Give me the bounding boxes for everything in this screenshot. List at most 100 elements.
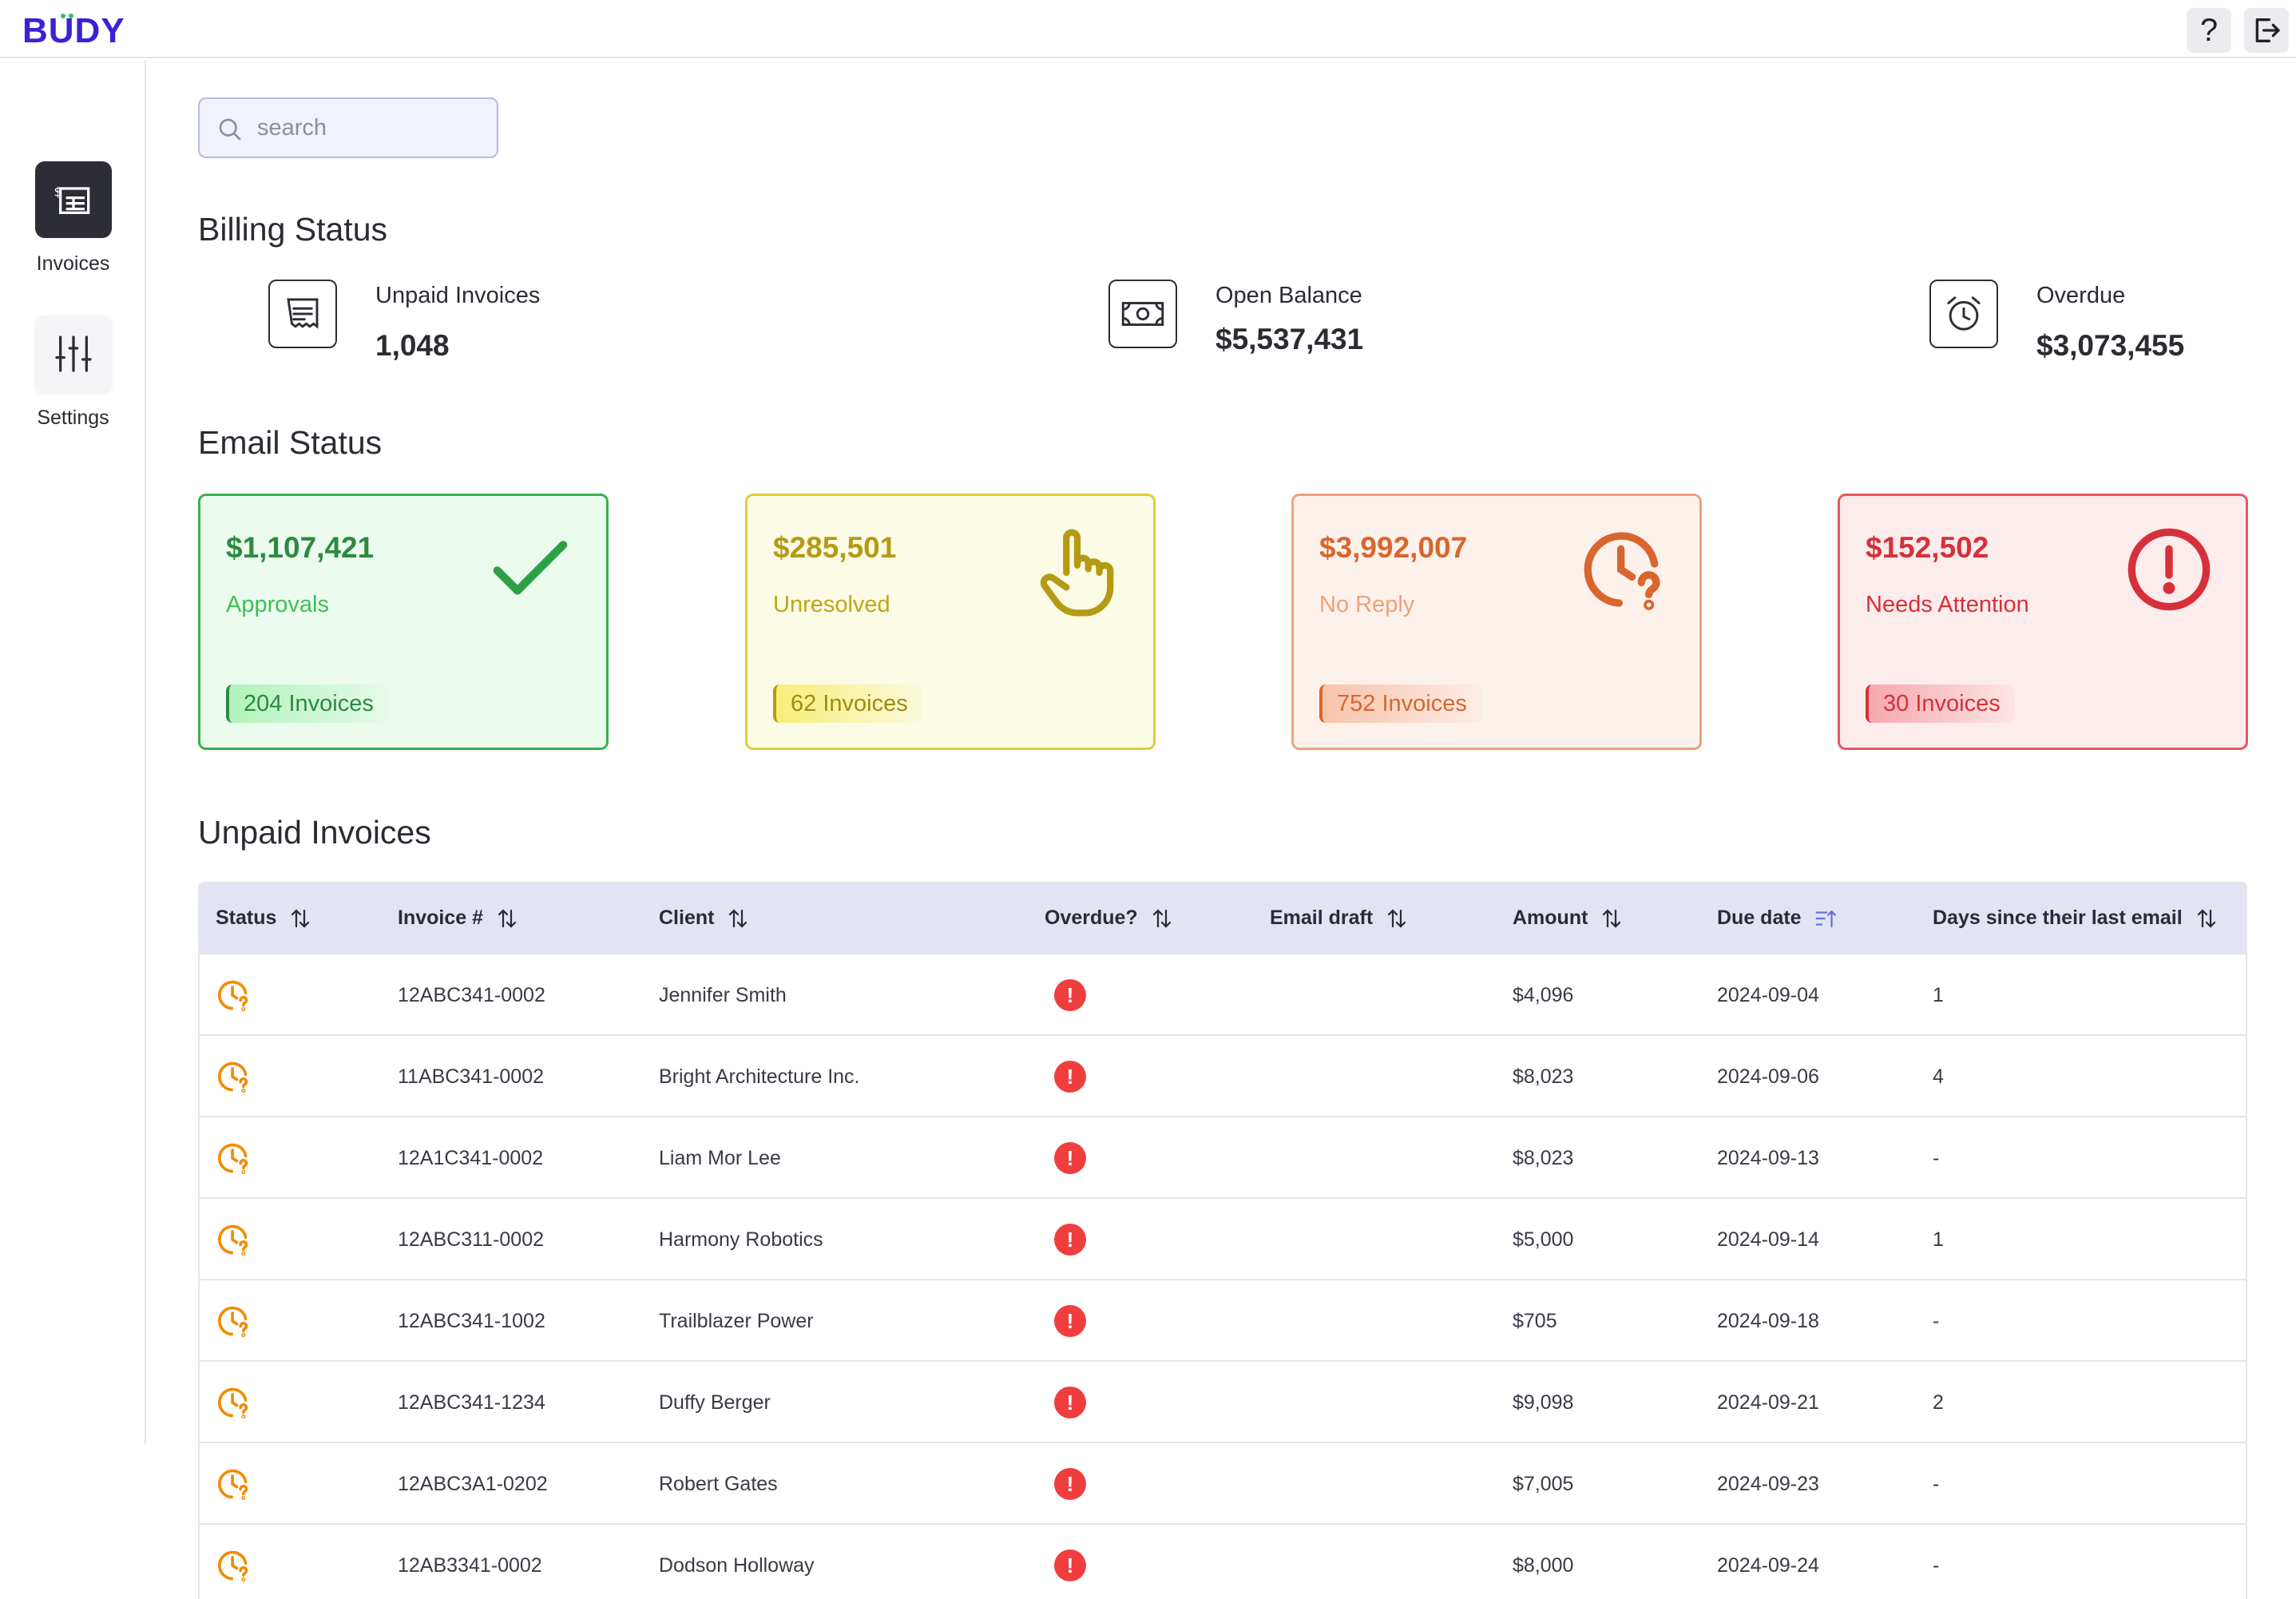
search-input[interactable]: search (198, 97, 498, 158)
sidebar-item-label: Invoices (36, 252, 110, 275)
client-cell: Jennifer Smith (659, 984, 787, 1006)
logout-icon (2255, 18, 2280, 42)
overdue-cell: ! (1045, 1525, 1086, 1599)
amount-cell: $705 (1513, 1310, 1557, 1332)
client-cell: Dodson Holloway (659, 1554, 815, 1577)
client-cell: Harmony Robotics (659, 1228, 823, 1251)
status-cell (216, 1525, 251, 1599)
table-row[interactable]: 12ABC341-0002 Jennifer Smith! $4,096 2024-0… (200, 953, 2246, 1034)
help-icon: ? (2199, 12, 2219, 48)
overdue-cell: ! (1045, 1443, 1086, 1525)
client-cell: Robert Gates (659, 1473, 778, 1495)
sidebar-item-invoices[interactable]: $ Invoices (0, 161, 146, 276)
column-header-label: Amount (1513, 907, 1588, 929)
column-header-status[interactable]: Status (216, 883, 312, 953)
clock-question-icon (218, 1061, 248, 1093)
card-amount: $152,502 (1866, 531, 1989, 564)
column-header-invoice[interactable]: Invoice # (398, 883, 519, 953)
column-header-days-since-email[interactable]: Days since their last email (1933, 883, 2219, 953)
overdue-alert-icon: ! (1054, 1224, 1086, 1256)
overdue-alert-icon: ! (1054, 1549, 1086, 1581)
status-cell (216, 1117, 251, 1199)
logout-button[interactable] (2244, 8, 2289, 53)
clock-question-icon (1584, 532, 1660, 610)
table-header: Status Invoice # Client Overdue? Email d… (200, 883, 2246, 953)
email-card-approvals[interactable]: $1,107,421 Approvals 204 Invoices (198, 494, 609, 750)
billing-value: $5,537,431 (1215, 323, 1364, 355)
invoice-number-cell: 12ABC311-0002 (398, 1228, 545, 1251)
card-label: Unresolved (773, 592, 890, 617)
due-date-cell: 2024-09-21 (1717, 1391, 1819, 1414)
column-header-label: Invoice # (398, 907, 483, 929)
email-card-no-reply[interactable]: $3,992,007 No Reply 752 Invoices (1291, 494, 1702, 750)
column-header-label: Client (659, 907, 715, 929)
pointing-hand-icon (1040, 529, 1114, 617)
status-cell (216, 1443, 251, 1525)
cash-icon (1108, 280, 1177, 348)
billing-value: $3,073,455 (2036, 329, 2185, 362)
card-amount: $285,501 (773, 531, 897, 564)
status-cell (216, 1280, 251, 1362)
invoice-number-cell: 12AB3341-0002 (398, 1554, 542, 1577)
days-since-email-cell: 2 (1933, 1391, 1944, 1414)
column-header-label: Days since their last email (1933, 907, 2183, 929)
table-row[interactable]: 12A1C341-0002 Liam Mor Lee! $8,023 2024-09-… (200, 1116, 2246, 1197)
email-card-unresolved[interactable]: $285,501 Unresolved 62 Invoices (745, 494, 1156, 750)
billing-label: Open Balance (1215, 283, 1362, 308)
app-logo[interactable]: BUDY (22, 11, 125, 51)
alarm-clock-icon (1929, 280, 1998, 348)
billing-value: 1,048 (375, 329, 450, 362)
card-invoice-count: 30 Invoices (1866, 684, 2015, 723)
email-card-needs-attention[interactable]: $152,502 Needs Attention 30 Invoices (1838, 494, 2248, 750)
card-invoice-count: 204 Invoices (226, 684, 388, 723)
sort-ascending-icon (1815, 911, 1836, 928)
sort-icon (729, 909, 747, 928)
overdue-cell: ! (1045, 1362, 1086, 1443)
amount-cell: $9,098 (1513, 1391, 1574, 1414)
due-date-cell: 2024-09-04 (1717, 984, 1819, 1006)
table-row[interactable]: 12AB3341-0002 Dodson Holloway! $8,000 2024-… (200, 1523, 2246, 1599)
column-header-overdue[interactable]: Overdue? (1045, 883, 1174, 953)
billing-label: Overdue (2036, 283, 2126, 308)
invoice-number-cell: 12A1C341-0002 (398, 1147, 544, 1169)
column-header-amount[interactable]: Amount (1513, 883, 1624, 953)
receipt-icon (268, 280, 337, 348)
table-row[interactable]: 11ABC341-0002 Bright Architecture Inc.! $8… (200, 1034, 2246, 1116)
column-header-email-draft[interactable]: Email draft (1270, 883, 1409, 953)
column-header-client[interactable]: Client (659, 883, 750, 953)
column-header-label: Email draft (1270, 907, 1374, 929)
amount-cell: $4,096 (1513, 984, 1574, 1006)
days-since-email-cell: - (1933, 1310, 1940, 1332)
table-row[interactable]: 12ABC3A1-0202 Robert Gates! $7,005 2024-09-… (200, 1442, 2246, 1523)
help-button[interactable]: ? (2187, 8, 2231, 53)
table-row[interactable]: 12ABC341-1234 Duffy Berger! $9,098 2024-09-… (200, 1360, 2246, 1442)
table-row[interactable]: 12ABC341-1002 Trailblazer Power! $705 2024-… (200, 1279, 2246, 1360)
days-since-email-cell: - (1933, 1473, 1940, 1495)
table-row[interactable]: 12ABC311-0002 Harmony Robotics! $5,000 2024… (200, 1197, 2246, 1279)
card-label: Needs Attention (1866, 592, 2029, 617)
column-header-due-date[interactable]: Due date (1717, 883, 1838, 953)
sidebar-item-settings[interactable]: Settings (0, 315, 146, 430)
clock-question-icon (218, 1143, 248, 1174)
overdue-alert-icon: ! (1054, 1061, 1086, 1093)
amount-cell: $5,000 (1513, 1228, 1574, 1251)
amount-cell: $8,000 (1513, 1554, 1574, 1577)
status-cell (216, 954, 251, 1036)
overdue-alert-icon: ! (1054, 1305, 1086, 1337)
card-label: Approvals (226, 592, 329, 617)
overdue-cell: ! (1045, 1036, 1086, 1117)
unpaid-invoices-title: Unpaid Invoices (198, 814, 431, 851)
sort-icon (1603, 909, 1621, 928)
overdue-cell: ! (1045, 1117, 1086, 1199)
due-date-cell: 2024-09-18 (1717, 1310, 1819, 1332)
client-cell: Duffy Berger (659, 1391, 771, 1414)
invoice-icon: $ (54, 184, 89, 214)
days-since-email-cell: 1 (1933, 1228, 1944, 1251)
due-date-cell: 2024-09-24 (1717, 1554, 1819, 1577)
due-date-cell: 2024-09-13 (1717, 1147, 1819, 1169)
alert-circle-icon (2127, 528, 2211, 611)
overdue-cell: ! (1045, 954, 1086, 1036)
days-since-email-cell: 1 (1933, 984, 1944, 1006)
overdue-cell: ! (1045, 1280, 1086, 1362)
due-date-cell: 2024-09-06 (1717, 1065, 1819, 1088)
